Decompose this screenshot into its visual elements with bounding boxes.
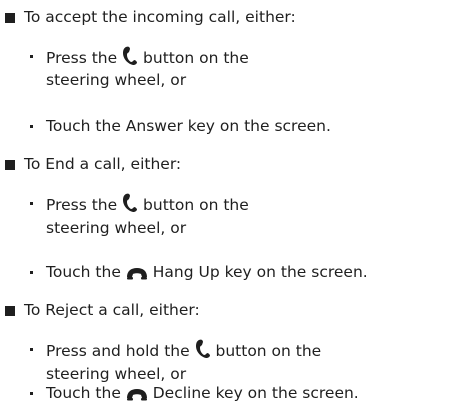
list-item: Press the button on the <box>46 46 249 68</box>
item-text: Hang Up key on the screen. <box>152 263 368 281</box>
item-text: Decline key on the screen. <box>152 384 359 402</box>
item-text: Press the <box>46 196 118 214</box>
item-text: button on the <box>143 196 249 214</box>
hang-up-icon <box>126 268 147 280</box>
item-text: Press and hold the <box>46 342 190 360</box>
item-text: Touch the <box>46 384 121 402</box>
phone-handset-icon <box>123 193 138 212</box>
bullet-square <box>5 160 15 170</box>
item-text: button on the <box>215 342 322 360</box>
bullet-dot <box>30 125 33 128</box>
bullet-dot <box>30 55 33 58</box>
bullet-dot <box>30 271 33 274</box>
bullet-dot <box>30 348 33 351</box>
section-heading: To Reject a call, either: <box>24 301 200 319</box>
bullet-square <box>5 13 15 23</box>
phone-handset-icon <box>123 46 138 65</box>
item-continuation: steering wheel, or <box>46 71 187 89</box>
bullet-square <box>5 306 15 316</box>
section-heading: To End a call, either: <box>24 155 182 173</box>
list-item: Press the button on the <box>46 193 249 215</box>
phone-handset-icon <box>195 339 210 358</box>
item-text: button on the <box>143 49 249 67</box>
bullet-dot <box>30 202 33 205</box>
list-item: Touch the Hang Up key on the screen. <box>46 262 368 282</box>
item-continuation: steering wheel, or <box>46 219 187 237</box>
item-continuation: steering wheel, or <box>46 365 187 383</box>
hang-up-icon <box>126 389 147 401</box>
list-item: Touch the Answer key on the screen. <box>46 117 331 135</box>
item-text: Press the <box>46 49 118 67</box>
bullet-dot <box>30 392 33 395</box>
item-text: Touch the <box>46 263 121 281</box>
section-heading: To accept the incoming call, either: <box>24 8 296 26</box>
list-item: Touch the Decline key on the screen. <box>46 383 359 403</box>
list-item: Press and hold the button on the <box>46 339 321 361</box>
